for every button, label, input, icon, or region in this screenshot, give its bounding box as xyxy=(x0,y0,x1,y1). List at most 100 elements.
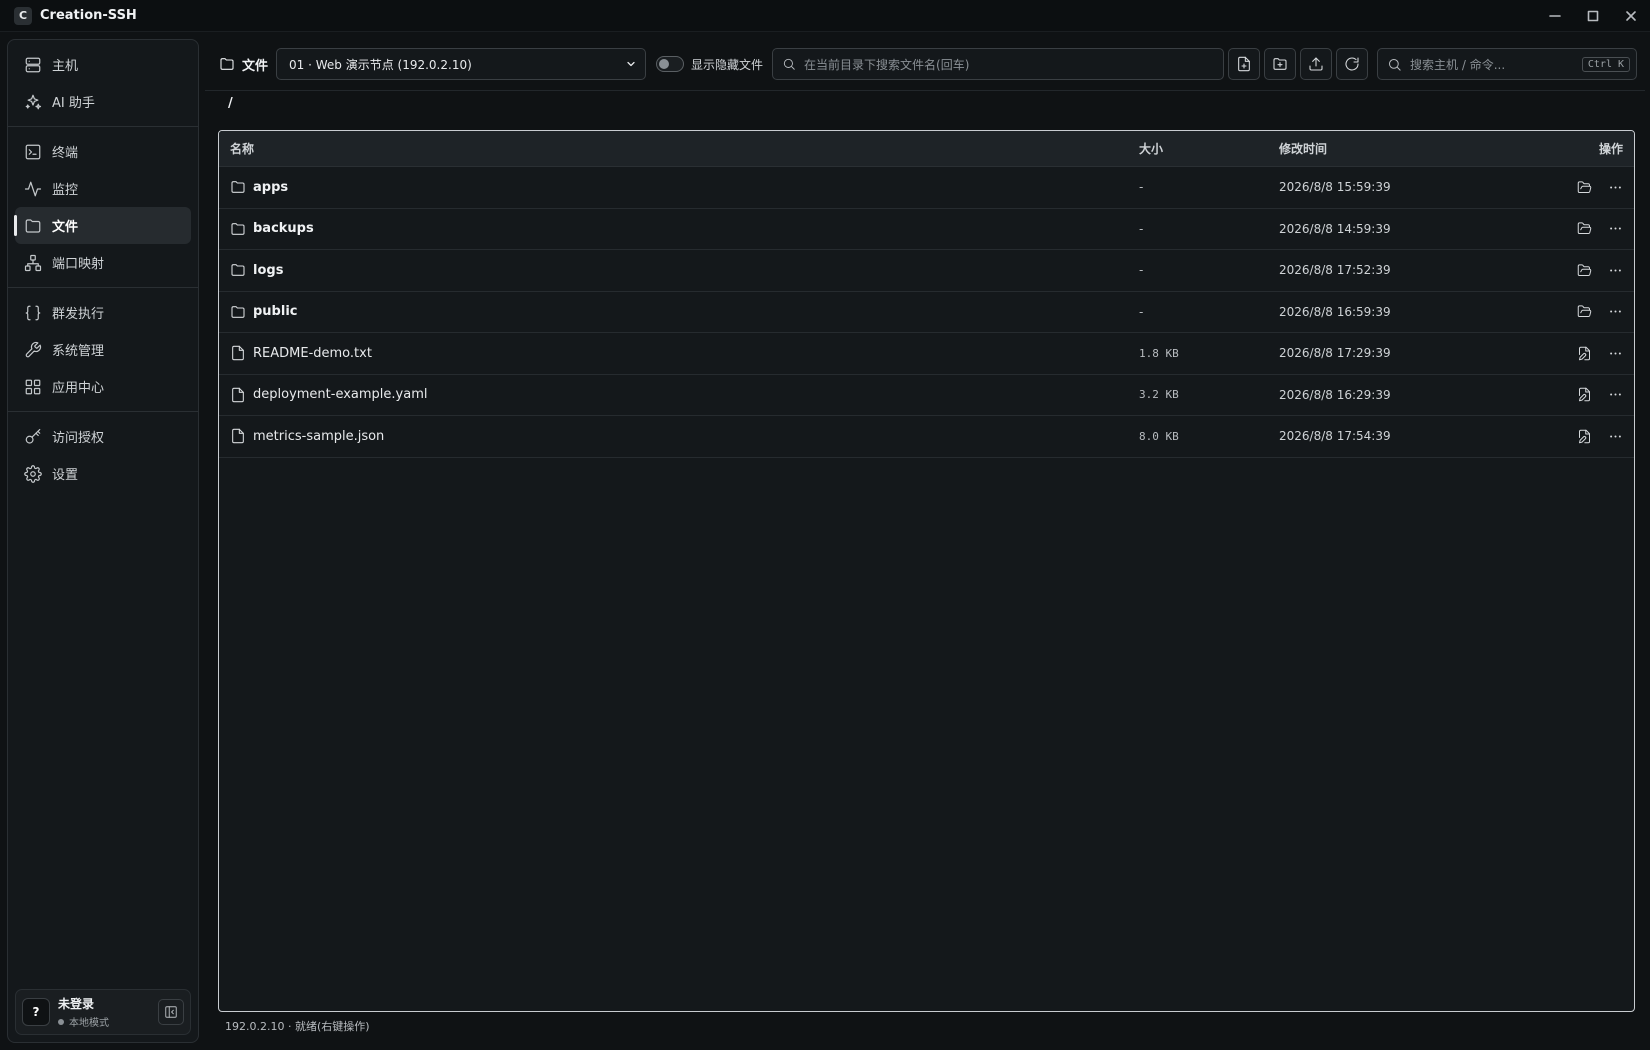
window-controls xyxy=(1536,0,1650,32)
folder-open-icon[interactable] xyxy=(1577,221,1592,236)
table-row[interactable]: README-demo.txt 1.8 KB 2026/8/8 17:29:39 xyxy=(219,333,1634,375)
file-edit-icon[interactable] xyxy=(1577,346,1592,361)
table-row[interactable]: deployment-example.yaml 3.2 KB 2026/8/8 16… xyxy=(219,375,1634,416)
nav-group-tools: 终端 监控 文件 端口映射 xyxy=(8,127,198,288)
file-name[interactable]: logs xyxy=(253,263,283,278)
file-table: 名称 大小 修改时间 操作 apps - 2026/8/8 15:59:39 back… xyxy=(218,130,1635,1012)
file-name[interactable]: deployment-example.yaml xyxy=(253,387,427,402)
key-icon xyxy=(25,428,41,444)
row-actions xyxy=(1559,304,1634,319)
file-modified-time: 2026/8/8 14:59:39 xyxy=(1279,221,1391,236)
row-actions xyxy=(1559,180,1634,195)
page-title-label: 文件 xyxy=(242,58,269,74)
nav-group-settings: 访问授权 设置 xyxy=(8,412,198,498)
header-name[interactable]: 名称 xyxy=(219,140,1139,157)
file-icon xyxy=(232,429,244,444)
file-modified-time: 2026/8/8 16:29:39 xyxy=(1279,387,1391,402)
refresh-icon xyxy=(1345,57,1359,71)
sidebar-item-hosts[interactable]: 主机 xyxy=(15,46,191,83)
table-body: apps - 2026/8/8 15:59:39 backups - 2026/8/8 1… xyxy=(219,167,1634,458)
status-dot xyxy=(58,1018,64,1025)
more-horizontal-icon[interactable] xyxy=(1608,429,1623,444)
sidebar-item-label: 终端 xyxy=(52,146,79,161)
file-name[interactable]: metrics-sample.json xyxy=(253,429,384,444)
file-toolbar: 文件 01 · Web 演示节点 (192.0.2.10) 显示隐藏文件 在当前… xyxy=(205,46,1645,82)
sidebar-item-settings[interactable]: 设置 xyxy=(15,455,191,492)
chevron-down-icon xyxy=(627,61,635,67)
refresh-button[interactable] xyxy=(1336,48,1369,80)
file-edit-icon[interactable] xyxy=(1577,387,1592,402)
more-horizontal-icon[interactable] xyxy=(1608,346,1623,361)
host-select[interactable]: 01 · Web 演示节点 (192.0.2.10) xyxy=(276,48,647,80)
sidebar-item-access-auth[interactable]: 访问授权 xyxy=(15,418,191,455)
shortcut-badge: Ctrl K xyxy=(1581,56,1631,72)
nav-group-main: 主机 AI 助手 xyxy=(8,40,198,127)
nav-group-ops: 群发执行 系统管理 应用中心 xyxy=(8,288,198,412)
collapse-sidebar-button[interactable] xyxy=(158,999,184,1025)
folder-open-icon[interactable] xyxy=(1577,304,1592,319)
row-actions xyxy=(1559,263,1634,278)
file-name[interactable]: backups xyxy=(253,221,314,236)
sidebar-item-ai-assistant[interactable]: AI 助手 xyxy=(15,83,191,120)
cell-name: README-demo.txt xyxy=(219,345,1139,361)
sidebar-item-port-mapping[interactable]: 端口映射 xyxy=(15,244,191,281)
global-search-placeholder: 搜索主机 / 命令... xyxy=(1410,57,1506,72)
file-size: - xyxy=(1139,263,1144,278)
folder-open-icon[interactable] xyxy=(1577,180,1592,195)
user-name: 未登录 xyxy=(58,997,95,1011)
sidebar: 主机 AI 助手 终端 监控 文件 端口映射 群发执行 系统管理 应用中心 访问… xyxy=(7,39,199,1043)
sidebar-item-files[interactable]: 文件 xyxy=(14,207,191,244)
more-horizontal-icon[interactable] xyxy=(1608,180,1623,195)
file-name[interactable]: apps xyxy=(253,180,288,195)
header-size[interactable]: 大小 xyxy=(1139,140,1279,157)
more-horizontal-icon[interactable] xyxy=(1608,221,1623,236)
table-row[interactable]: logs - 2026/8/8 17:52:39 xyxy=(219,250,1634,292)
header-actions: 操作 xyxy=(1598,142,1623,156)
global-search-input[interactable]: 搜索主机 / 命令... Ctrl K xyxy=(1377,48,1638,80)
page-title: 文件 xyxy=(219,55,268,74)
sidebar-item-monitor[interactable]: 监控 xyxy=(15,170,191,207)
table-row[interactable]: apps - 2026/8/8 15:59:39 xyxy=(219,167,1634,209)
more-horizontal-icon[interactable] xyxy=(1608,263,1623,278)
file-size: 8.0 KB xyxy=(1139,429,1179,443)
upload-button[interactable] xyxy=(1300,48,1333,80)
cell-name: logs xyxy=(219,262,1139,278)
file-name[interactable]: README-demo.txt xyxy=(253,346,372,361)
folder-icon xyxy=(25,218,41,233)
activity-icon xyxy=(24,181,42,196)
search-icon xyxy=(1389,58,1401,71)
sidebar-item-system-admin[interactable]: 系统管理 xyxy=(15,331,191,368)
more-horizontal-icon[interactable] xyxy=(1608,387,1623,402)
user-panel[interactable]: ? 未登录 本地模式 xyxy=(15,989,191,1035)
user-mode-label: 本地模式 xyxy=(69,1018,109,1029)
table-row[interactable]: backups - 2026/8/8 14:59:39 xyxy=(219,209,1634,250)
show-hidden-toggle-wrap[interactable]: 显示隐藏文件 xyxy=(656,56,763,73)
sidebar-item-terminal[interactable]: 终端 xyxy=(15,133,191,170)
minimize-button[interactable] xyxy=(1536,0,1574,32)
maximize-button[interactable] xyxy=(1574,0,1612,32)
show-hidden-toggle[interactable] xyxy=(656,56,685,72)
title-bar: C Creation-SSH xyxy=(0,0,1650,32)
cell-name: public xyxy=(219,304,1139,320)
sidebar-item-batch-exec[interactable]: 群发执行 xyxy=(15,294,191,331)
file-search-input[interactable]: 在当前目录下搜索文件名(回车) xyxy=(772,48,1225,80)
grid-icon xyxy=(25,379,41,394)
sidebar-item-label: 应用中心 xyxy=(52,381,105,396)
breadcrumb[interactable]: / xyxy=(228,96,233,111)
sidebar-item-label: 主机 xyxy=(52,59,79,74)
folder-open-icon[interactable] xyxy=(1577,263,1592,278)
sidebar-item-app-center[interactable]: 应用中心 xyxy=(15,368,191,405)
more-horizontal-icon[interactable] xyxy=(1608,304,1623,319)
header-time[interactable]: 修改时间 xyxy=(1279,140,1559,157)
file-size: 1.8 KB xyxy=(1139,346,1179,360)
close-button[interactable] xyxy=(1612,0,1650,32)
file-size: - xyxy=(1139,304,1144,319)
new-folder-button[interactable] xyxy=(1264,48,1297,80)
file-edit-icon[interactable] xyxy=(1577,429,1592,444)
table-row[interactable]: public - 2026/8/8 16:59:39 xyxy=(219,292,1634,333)
gear-icon xyxy=(24,464,42,483)
table-row[interactable]: metrics-sample.json 8.0 KB 2026/8/8 17:54:… xyxy=(219,416,1634,458)
new-file-button[interactable] xyxy=(1228,48,1261,80)
file-name[interactable]: public xyxy=(253,304,297,319)
row-actions xyxy=(1559,387,1634,402)
